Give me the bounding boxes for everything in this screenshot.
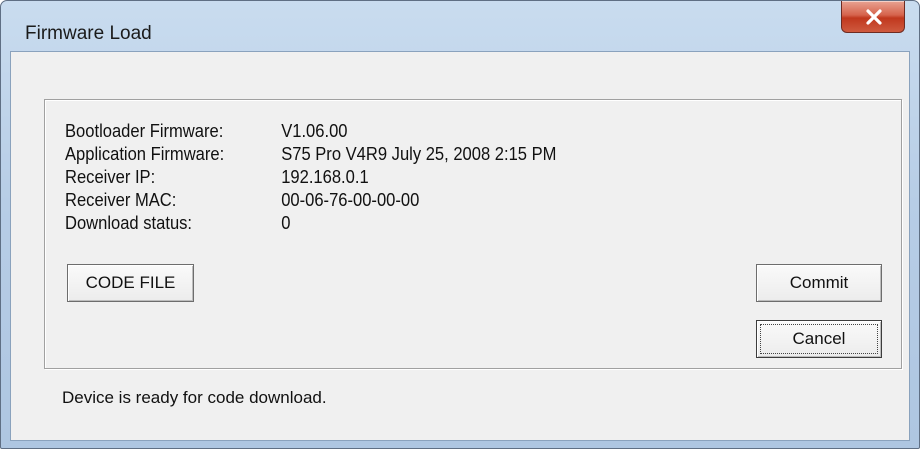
info-label: Receiver MAC: (65, 190, 177, 210)
info-label: Receiver IP: (65, 167, 156, 187)
info-value: V1.06.00 (281, 121, 348, 141)
commit-button[interactable]: Commit (756, 264, 882, 302)
close-button[interactable] (841, 1, 905, 33)
info-value: S75 Pro V4R9 July 25, 2008 2:15 PM (281, 144, 557, 164)
info-value: 192.168.0.1 (281, 167, 369, 187)
info-label: Bootloader Firmware: (65, 121, 224, 141)
code-file-button[interactable]: CODE FILE (67, 264, 194, 302)
info-value: 0 (281, 213, 291, 233)
title-bar[interactable]: Firmware Load (1, 1, 919, 51)
window-title: Firmware Load (25, 23, 152, 44)
info-label: Application Firmware: (65, 144, 225, 164)
firmware-load-window: Firmware Load Bootloader Firmware: V1.06… (0, 0, 920, 449)
info-value: 00-06-76-00-00-00 (281, 190, 420, 210)
status-message: Device is ready for code download. (62, 388, 327, 407)
dialog-client-area: Bootloader Firmware: V1.06.00 Applicatio… (10, 51, 910, 441)
close-icon (866, 9, 882, 25)
info-label: Download status: (65, 213, 193, 233)
cancel-button[interactable]: Cancel (756, 320, 882, 358)
